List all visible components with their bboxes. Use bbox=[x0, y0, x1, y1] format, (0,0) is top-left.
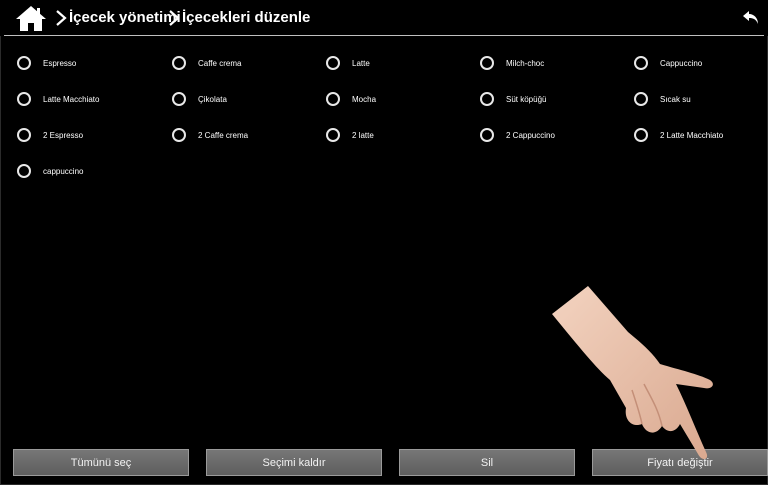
drink-label: Süt köpüğü bbox=[506, 94, 547, 104]
radio-button[interactable] bbox=[172, 56, 186, 70]
back-arrow-icon[interactable] bbox=[742, 10, 760, 26]
radio-button[interactable] bbox=[326, 56, 340, 70]
radio-button[interactable] bbox=[480, 128, 494, 142]
drink-option[interactable]: 2 Latte Macchiato bbox=[634, 126, 723, 144]
chevron-right-icon bbox=[169, 10, 180, 26]
drink-option[interactable]: Süt köpüğü bbox=[480, 90, 546, 108]
drink-label: Caffe crema bbox=[198, 58, 242, 68]
radio-button[interactable] bbox=[172, 92, 186, 106]
drink-option[interactable]: Cappuccino bbox=[634, 54, 702, 72]
drink-option[interactable]: Mocha bbox=[326, 90, 376, 108]
radio-button[interactable] bbox=[634, 92, 648, 106]
chevron-right-icon bbox=[56, 10, 67, 26]
radio-button[interactable] bbox=[17, 56, 31, 70]
radio-button[interactable] bbox=[634, 56, 648, 70]
drink-option[interactable]: 2 latte bbox=[326, 126, 374, 144]
drink-option[interactable]: Latte bbox=[326, 54, 370, 72]
drink-option[interactable]: Milch-choc bbox=[480, 54, 544, 72]
breadcrumb-drink-management[interactable]: İçecek yönetimi bbox=[69, 9, 181, 26]
radio-button[interactable] bbox=[172, 128, 186, 142]
drink-option[interactable]: 2 Cappuccino bbox=[480, 126, 555, 144]
radio-button[interactable] bbox=[326, 92, 340, 106]
drink-option[interactable]: Caffe crema bbox=[172, 54, 241, 72]
radio-button[interactable] bbox=[480, 92, 494, 106]
drink-label: 2 latte bbox=[352, 130, 374, 140]
drink-label: Latte bbox=[352, 58, 370, 68]
header-divider bbox=[4, 35, 764, 36]
radio-button[interactable] bbox=[326, 128, 340, 142]
radio-button[interactable] bbox=[17, 92, 31, 106]
top-bar: İçecek yönetimi İçecekleri düzenle bbox=[0, 0, 768, 36]
drink-label: Espresso bbox=[43, 58, 77, 68]
drink-label: 2 Espresso bbox=[43, 130, 84, 140]
drink-label: Mocha bbox=[352, 94, 377, 104]
radio-button[interactable] bbox=[634, 128, 648, 142]
drink-option[interactable]: 2 Caffe crema bbox=[172, 126, 248, 144]
change-price-button[interactable]: Fiyatı değiştir bbox=[592, 449, 768, 476]
home-icon[interactable] bbox=[15, 4, 47, 32]
delete-button[interactable]: Sil bbox=[399, 449, 575, 476]
screen-frame bbox=[0, 0, 768, 485]
drink-option[interactable]: Çikolata bbox=[172, 90, 227, 108]
select-all-button[interactable]: Tümünü seç bbox=[13, 449, 189, 476]
radio-button[interactable] bbox=[17, 164, 31, 178]
radio-button[interactable] bbox=[480, 56, 494, 70]
radio-button[interactable] bbox=[17, 128, 31, 142]
breadcrumb-edit-drinks: İçecekleri düzenle bbox=[182, 9, 311, 26]
drink-label: 2 Caffe crema bbox=[198, 130, 249, 140]
drink-label: cappuccino bbox=[43, 166, 84, 176]
drink-label: Milch-choc bbox=[506, 58, 545, 68]
drink-option[interactable]: cappuccino bbox=[17, 162, 83, 180]
drink-label: Latte Macchiato bbox=[43, 94, 100, 104]
drink-label: Çikolata bbox=[198, 94, 227, 104]
drink-option[interactable]: Sıcak su bbox=[634, 90, 691, 108]
drink-label: 2 Latte Macchiato bbox=[660, 130, 724, 140]
drink-label: Sıcak su bbox=[660, 94, 691, 104]
drink-option[interactable]: Espresso bbox=[17, 54, 76, 72]
drink-option[interactable]: 2 Espresso bbox=[17, 126, 83, 144]
drink-label: 2 Cappuccino bbox=[506, 130, 555, 140]
drink-label: Cappuccino bbox=[660, 58, 703, 68]
drink-option[interactable]: Latte Macchiato bbox=[17, 90, 99, 108]
deselect-button[interactable]: Seçimi kaldır bbox=[206, 449, 382, 476]
